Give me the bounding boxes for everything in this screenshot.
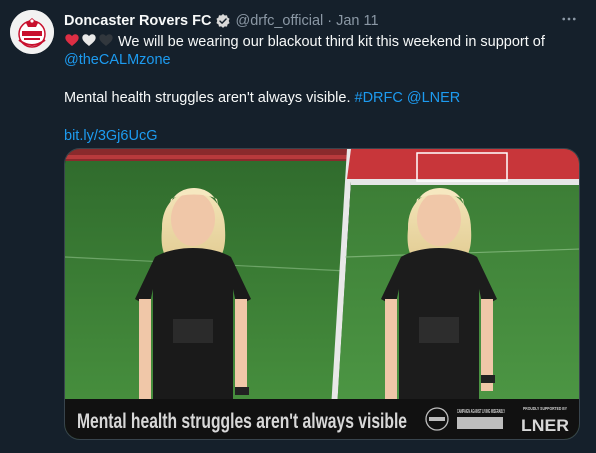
tweet[interactable]: Doncaster Rovers FC @drfc_official · Jan… [0, 0, 596, 453]
text-line-2: @theCALMzone [64, 51, 580, 70]
short-link[interactable]: bit.ly/3Gj6UcG [64, 128, 157, 144]
hearts-emoji [64, 32, 114, 48]
display-name[interactable]: Doncaster Rovers FC [64, 13, 211, 29]
profile-avatar[interactable] [10, 10, 54, 54]
mention-lner[interactable]: @LNER [407, 90, 460, 106]
red-heart-icon [65, 34, 79, 46]
tweet-header: Doncaster Rovers FC @drfc_official · Jan… [64, 11, 379, 31]
paragraph-break [64, 70, 580, 89]
kit-launch-photo: Mental health struggles aren't always vi… [65, 149, 579, 439]
tweet-text: We will be wearing our blackout third ki… [64, 32, 580, 146]
text-line-4: bit.ly/3Gj6UcG [64, 127, 580, 146]
sponsor-label: PROUDLY SUPPORTED BY [523, 406, 567, 411]
tweet-date[interactable]: Jan 11 [336, 13, 378, 29]
hashtag-drfc[interactable]: #DRFC [355, 90, 403, 106]
more-options-icon [562, 17, 576, 21]
verified-badge-icon [215, 13, 231, 29]
more-options-button[interactable] [558, 8, 580, 30]
sponsor-name: LNER [521, 416, 569, 435]
handle[interactable]: @drfc_official [235, 13, 323, 29]
club-crest-icon [10, 10, 54, 54]
white-heart-icon [82, 34, 96, 46]
banner-text: Mental health struggles aren't always vi… [77, 410, 407, 433]
paragraph-break-2 [64, 108, 580, 127]
text-line-1: We will be wearing our blackout third ki… [64, 32, 580, 51]
campaign-logo-text: CAMPAIGN AGAINST LIVING MISERABLY [457, 409, 505, 415]
separator-dot: · [327, 13, 333, 29]
mention-calmzone[interactable]: @theCALMzone [64, 52, 171, 68]
tweet-line-3: Mental health struggles aren't always vi… [64, 90, 351, 106]
text-line-3: Mental health struggles aren't always vi… [64, 89, 580, 108]
black-heart-icon [99, 34, 113, 46]
tweet-media-image[interactable]: Mental health struggles aren't always vi… [64, 148, 580, 440]
tweet-line-1: We will be wearing our blackout third ki… [118, 34, 545, 50]
